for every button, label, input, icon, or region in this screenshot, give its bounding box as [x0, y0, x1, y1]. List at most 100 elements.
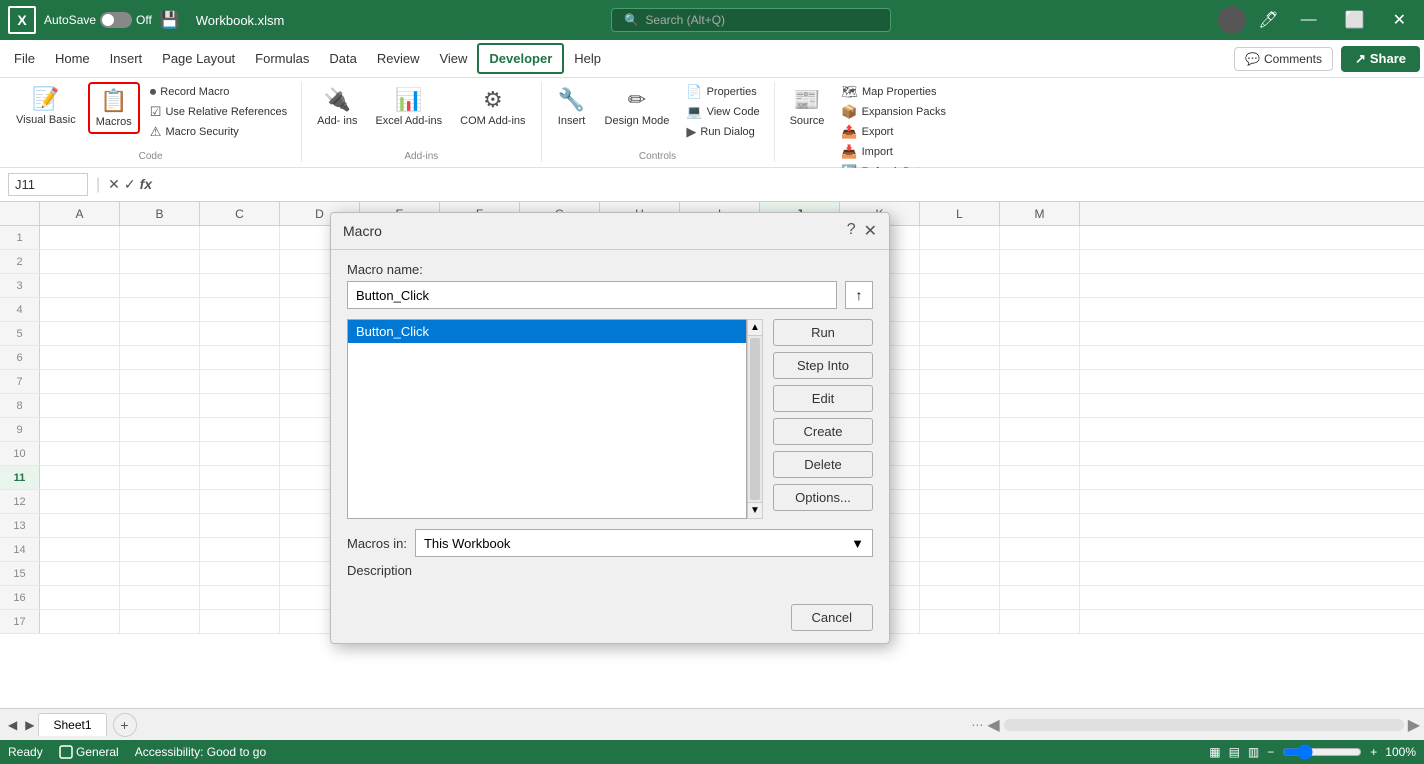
macros-in-select[interactable]: This Workbook ▼	[415, 529, 873, 557]
cell-b3[interactable]	[120, 274, 200, 297]
sheet-options-icon[interactable]: ⋯	[971, 718, 983, 732]
menu-formulas[interactable]: Formulas	[245, 45, 319, 72]
cell-b2[interactable]	[120, 250, 200, 273]
add-sheet-button[interactable]: +	[113, 713, 137, 737]
record-macro-button[interactable]: ⏺ Record Macro	[144, 82, 293, 102]
macro-security-button[interactable]: ⚠ Macro Security	[144, 122, 293, 142]
macro-list[interactable]: Button_Click	[347, 319, 747, 519]
scroll-down-btn[interactable]: ▼	[748, 502, 762, 518]
share-button[interactable]: ↗ Share	[1341, 46, 1420, 72]
formula-cancel-icon[interactable]: ✕	[108, 176, 120, 193]
macros-button[interactable]: 📋 Macros	[88, 82, 140, 134]
function-icon[interactable]: fx	[140, 176, 152, 193]
cell-a3[interactable]	[40, 274, 120, 297]
scroll-left-icon[interactable]: ◀	[987, 715, 999, 735]
cell-m3[interactable]	[1000, 274, 1080, 297]
pen-icon[interactable]: 🖊	[1254, 6, 1282, 34]
view-code-button[interactable]: 💻 View Code	[680, 102, 765, 122]
scroll-up-btn[interactable]: ▲	[748, 320, 762, 336]
formula-confirm-icon[interactable]: ✓	[124, 176, 136, 193]
expansion-packs-button[interactable]: 📦 Expansion Packs	[835, 102, 952, 122]
add-ins-button[interactable]: 🔌 Add- ins	[310, 82, 364, 132]
export-button[interactable]: 📤 Export	[835, 122, 952, 142]
menu-insert[interactable]: Insert	[100, 45, 153, 72]
menu-file[interactable]: File	[4, 45, 45, 72]
maximize-button[interactable]: ⬜	[1335, 6, 1375, 34]
sheet-nav-left[interactable]: ◀	[4, 714, 21, 736]
cell-m4[interactable]	[1000, 298, 1080, 321]
horizontal-scrollbar[interactable]	[1004, 719, 1404, 731]
properties-button[interactable]: 📄 Properties	[680, 82, 765, 102]
cell-a1[interactable]	[40, 226, 120, 249]
avatar[interactable]	[1218, 6, 1246, 34]
minimize-button[interactable]: —	[1291, 7, 1327, 33]
accessibility-label: Accessibility: Good to go	[135, 745, 266, 759]
edit-button[interactable]: Edit	[773, 385, 873, 412]
cell-l3[interactable]	[920, 274, 1000, 297]
cell-l4[interactable]	[920, 298, 1000, 321]
cell-a4[interactable]	[40, 298, 120, 321]
cell-m2[interactable]	[1000, 250, 1080, 273]
search-bar[interactable]: 🔍 Search (Alt+Q)	[611, 8, 891, 32]
sheet-nav-right[interactable]: ▶	[21, 714, 38, 736]
cell-l2[interactable]	[920, 250, 1000, 273]
cell-reference[interactable]: J11	[8, 173, 88, 196]
cell-m1[interactable]	[1000, 226, 1080, 249]
com-add-ins-button[interactable]: ⚙ COM Add-ins	[453, 82, 532, 132]
run-button[interactable]: Run	[773, 319, 873, 346]
view-normal-icon[interactable]: ▦	[1209, 745, 1220, 759]
source-button[interactable]: 📰 Source	[783, 82, 832, 132]
view-page-break-icon[interactable]: ▥	[1248, 745, 1259, 759]
cell-l1[interactable]	[920, 226, 1000, 249]
menu-page-layout[interactable]: Page Layout	[152, 45, 245, 72]
filename: Workbook.xlsm	[196, 13, 285, 28]
cancel-button[interactable]: Cancel	[791, 604, 873, 631]
menu-review[interactable]: Review	[367, 45, 430, 72]
create-button[interactable]: Create	[773, 418, 873, 445]
menu-help[interactable]: Help	[564, 45, 611, 72]
menu-home[interactable]: Home	[45, 45, 100, 72]
save-icon[interactable]: 💾	[160, 10, 180, 30]
menu-data[interactable]: Data	[319, 45, 366, 72]
menu-view[interactable]: View	[429, 45, 477, 72]
cell-c2[interactable]	[200, 250, 280, 273]
zoom-plus-icon[interactable]: +	[1370, 745, 1377, 759]
dialog-help-icon[interactable]: ?	[847, 221, 856, 241]
cell-c3[interactable]	[200, 274, 280, 297]
zoom-slider[interactable]	[1282, 744, 1362, 760]
cell-c1[interactable]	[200, 226, 280, 249]
run-dialog-button[interactable]: ▶ Run Dialog	[680, 122, 765, 142]
cell-b4[interactable]	[120, 298, 200, 321]
sheet-tab-sheet1[interactable]: Sheet1	[38, 713, 106, 736]
macro-name-input[interactable]	[347, 281, 837, 309]
close-button[interactable]: ✕	[1383, 6, 1416, 34]
cell-b1[interactable]	[120, 226, 200, 249]
insert-button[interactable]: 🔧 Insert	[550, 82, 594, 132]
view-layout-icon[interactable]: ▤	[1229, 745, 1240, 759]
delete-button[interactable]: Delete	[773, 451, 873, 478]
menu-developer[interactable]: Developer	[477, 43, 564, 74]
comments-button[interactable]: 💬 Comments	[1234, 47, 1333, 71]
macro-list-item[interactable]: Button_Click	[348, 320, 746, 343]
map-properties-button[interactable]: 🗺 Map Properties	[835, 82, 952, 102]
options-button[interactable]: Options...	[773, 484, 873, 511]
zoom-minus-icon[interactable]: −	[1267, 745, 1274, 759]
excel-addins-icon: 📊	[395, 87, 422, 113]
autosave-toggle[interactable]	[100, 12, 132, 28]
design-mode-button[interactable]: ✏ Design Mode	[598, 82, 677, 132]
scroll-right-icon[interactable]: ▶	[1408, 715, 1420, 735]
excel-add-ins-button[interactable]: 📊 Excel Add-ins	[368, 82, 449, 132]
dialog-title: Macro	[343, 223, 382, 239]
formula-input[interactable]	[156, 177, 1416, 192]
import-button[interactable]: 📥 Import	[835, 142, 952, 162]
use-relative-button[interactable]: ☑ Use Relative References	[144, 102, 293, 122]
dialog-close-icon[interactable]: ✕	[864, 221, 877, 241]
step-into-button[interactable]: Step Into	[773, 352, 873, 379]
scroll-thumb[interactable]	[750, 338, 760, 500]
macro-name-browse-btn[interactable]: ↑	[845, 281, 873, 309]
cell-a2[interactable]	[40, 250, 120, 273]
macro-scrollbar[interactable]: ▲ ▼	[747, 319, 763, 519]
macro-list-with-scrollbar: Button_Click ▲ ▼	[347, 319, 763, 519]
cell-c4[interactable]	[200, 298, 280, 321]
visual-basic-button[interactable]: 📝 Visual Basic	[8, 82, 84, 130]
